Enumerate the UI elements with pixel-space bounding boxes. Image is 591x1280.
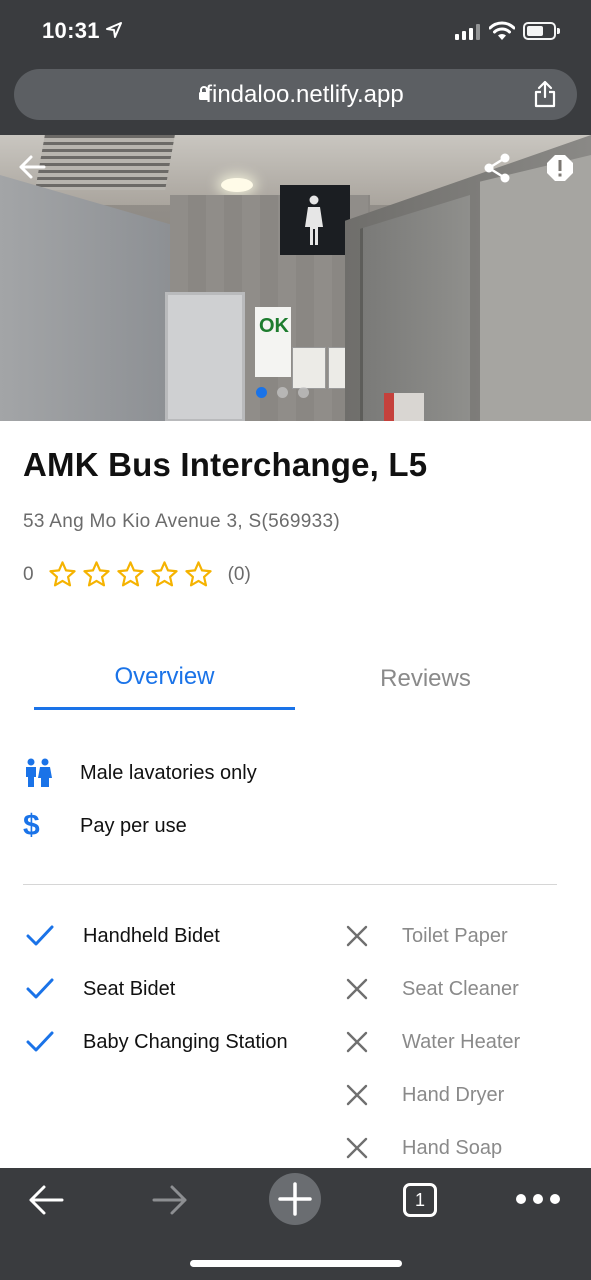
more-options-icon[interactable] <box>516 1194 560 1204</box>
cell-signal-icon <box>455 24 480 40</box>
female-figure-icon <box>305 195 323 245</box>
photo-detail <box>360 195 470 421</box>
cross-icon <box>345 977 379 1001</box>
people-icon <box>23 757 59 789</box>
place-title: AMK Bus Interchange, L5 <box>23 446 428 483</box>
amenity-unavailable-item: Seat Cleaner <box>345 977 519 1001</box>
amenity-label: Handheld Bidet <box>83 924 220 947</box>
gender-info-row: Male lavatories only <box>23 757 257 789</box>
share-network-icon[interactable] <box>483 153 511 183</box>
status-bar: 10:31 <box>0 0 591 62</box>
carousel-indicator <box>256 387 309 398</box>
star-icon <box>48 561 76 587</box>
dollar-icon: $ <box>23 809 40 842</box>
report-alert-icon[interactable] <box>546 154 574 182</box>
amenity-label: Hand Soap <box>402 1136 503 1159</box>
photo-carousel[interactable]: OK <box>0 135 591 421</box>
amenity-label: Baby Changing Station <box>83 1030 288 1053</box>
payment-info-text: Pay per use <box>80 814 187 837</box>
plus-icon <box>278 1182 312 1216</box>
amenity-unavailable-item: Hand Soap <box>345 1136 502 1160</box>
url-text: findaloo.netlify.app <box>14 81 577 109</box>
star-icon <box>150 561 178 587</box>
photo-detail <box>384 393 424 421</box>
section-divider <box>23 884 557 885</box>
rating-value: 0 <box>23 563 34 585</box>
photo-flyer <box>292 347 326 389</box>
amenity-label: Toilet Paper <box>402 924 508 947</box>
place-address: 53 Ang Mo Kio Avenue 3, S(569933) <box>23 511 340 532</box>
review-count: (0) <box>227 563 251 585</box>
star-icon <box>82 561 110 587</box>
star-icon <box>116 561 144 587</box>
amenity-unavailable-item: Water Heater <box>345 1030 520 1054</box>
amenity-available-item: Baby Changing Station <box>26 1030 288 1054</box>
browser-back-icon[interactable] <box>28 1184 64 1216</box>
address-bar[interactable]: findaloo.netlify.app <box>14 69 577 120</box>
gender-info-text: Male lavatories only <box>80 761 257 784</box>
payment-info-row: $ Pay per use <box>23 809 187 842</box>
carousel-dot[interactable] <box>256 387 267 398</box>
battery-icon <box>523 22 560 40</box>
amenity-label: Seat Bidet <box>83 977 176 1000</box>
amenity-label: Hand Dryer <box>402 1083 505 1106</box>
photo-detail <box>0 175 170 421</box>
url-value: findaloo.netlify.app <box>205 81 404 108</box>
browser-forward-icon[interactable] <box>152 1184 188 1216</box>
carousel-dot[interactable] <box>277 387 288 398</box>
check-icon <box>26 1030 60 1054</box>
tab-reviews[interactable]: Reviews <box>295 655 556 710</box>
amenity-unavailable-item: Toilet Paper <box>345 924 508 948</box>
location-arrow-icon <box>106 22 122 38</box>
carousel-dot[interactable] <box>298 387 309 398</box>
check-icon <box>26 977 60 1001</box>
share-icon[interactable] <box>533 80 557 108</box>
tab-overview[interactable]: Overview <box>34 655 295 710</box>
tab-count: 1 <box>414 1189 425 1210</box>
amenity-available-item: Handheld Bidet <box>26 924 220 948</box>
star-rating <box>48 560 213 589</box>
wifi-icon <box>489 21 515 40</box>
check-icon <box>26 924 60 948</box>
home-indicator <box>190 1260 402 1267</box>
browser-top-bar: 10:31 findaloo.netlify.app <box>0 0 591 135</box>
tab-switcher-button[interactable]: 1 <box>403 1183 437 1217</box>
new-tab-button[interactable] <box>269 1173 321 1225</box>
rating-row: 0 (0) <box>23 560 251 589</box>
photo-poster-text: OK <box>259 315 289 337</box>
amenity-label: Water Heater <box>402 1030 521 1053</box>
detail-tabs: Overview Reviews <box>34 655 556 710</box>
cross-icon <box>345 1083 379 1107</box>
photo-detail <box>221 178 253 192</box>
amenity-label: Seat Cleaner <box>402 977 519 1000</box>
amenity-available-item: Seat Bidet <box>26 977 175 1001</box>
cross-icon <box>345 1136 379 1160</box>
amenity-unavailable-item: Hand Dryer <box>345 1083 504 1107</box>
back-arrow-icon[interactable] <box>18 154 46 180</box>
star-icon <box>184 561 212 587</box>
photo-detail <box>165 292 245 421</box>
status-time: 10:31 <box>42 18 100 43</box>
cross-icon <box>345 1030 379 1054</box>
photo-detail <box>35 135 175 190</box>
photo-detail <box>480 155 591 421</box>
cross-icon <box>345 924 379 948</box>
